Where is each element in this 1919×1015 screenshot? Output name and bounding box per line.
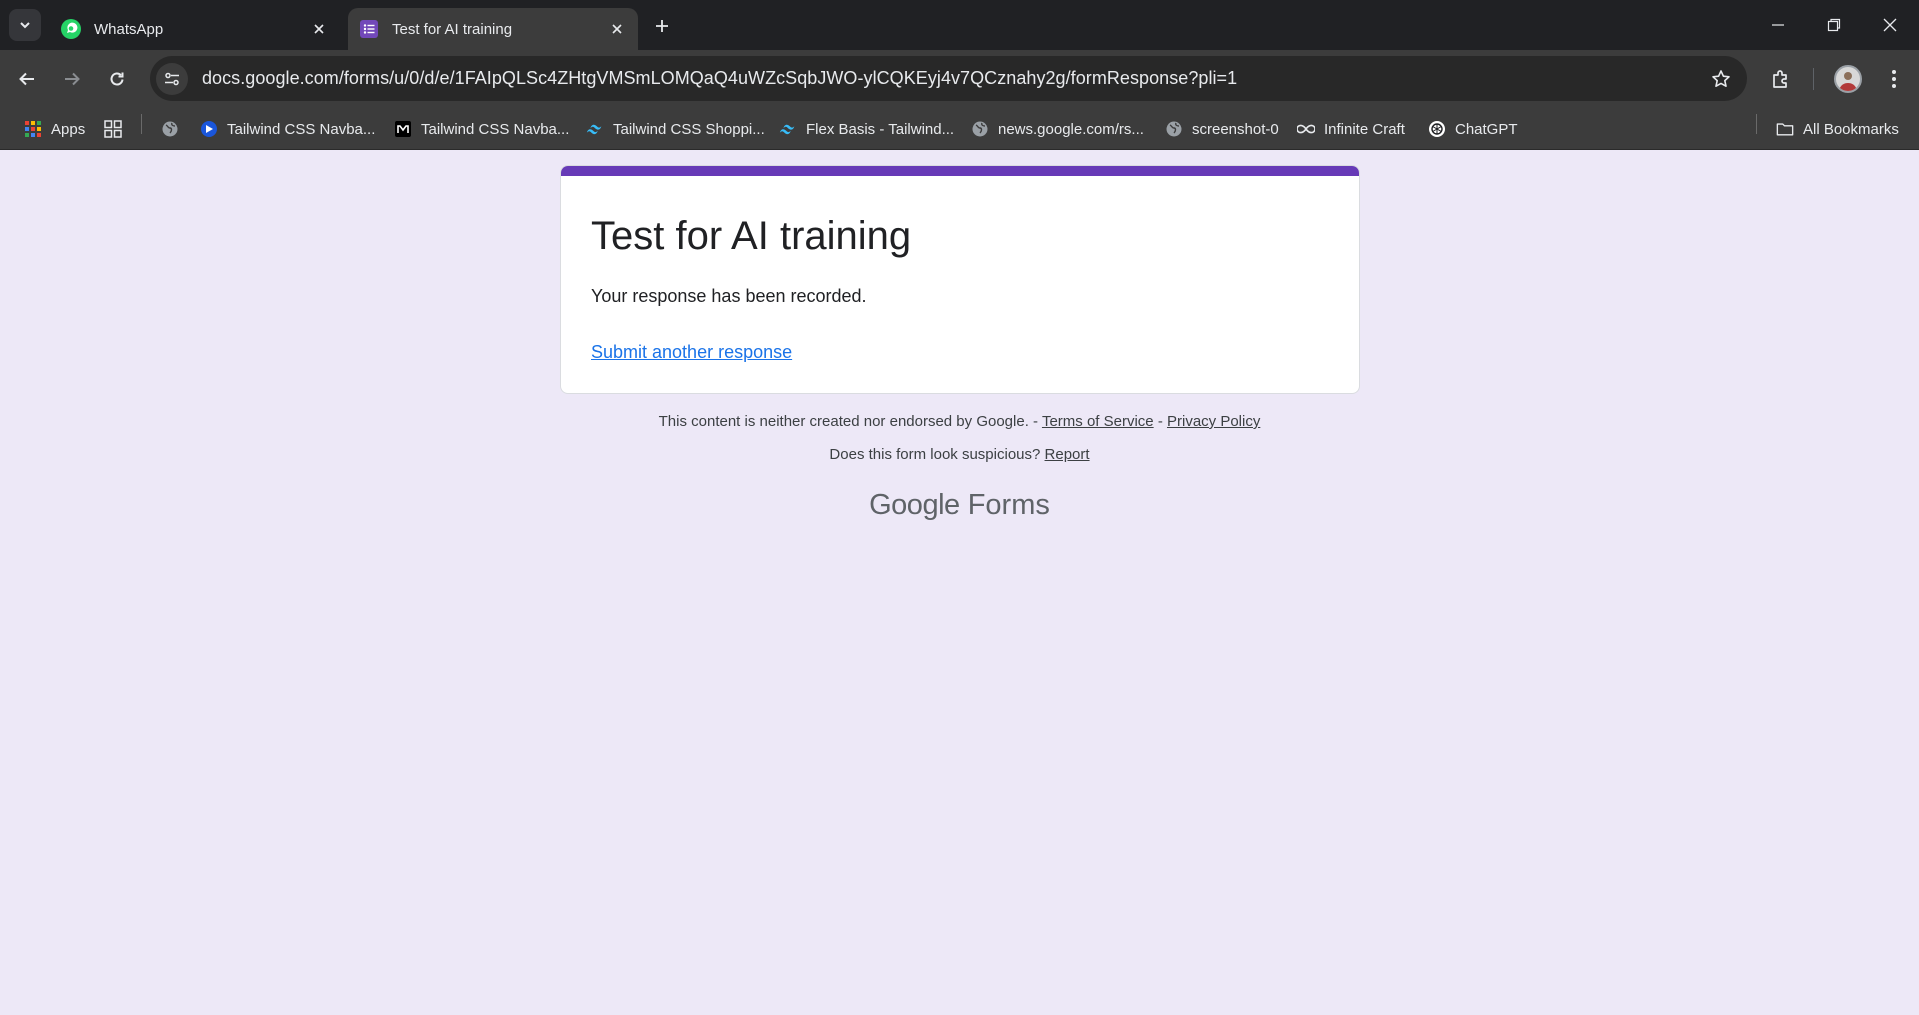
all-bookmarks-button[interactable]: All Bookmarks (1776, 116, 1899, 142)
bookmarks-divider (1756, 114, 1757, 134)
bookmark-item-4[interactable]: Flex Basis - Tailwind... (779, 116, 954, 142)
form-confirmation-card: Test for AI training Your response has b… (560, 165, 1360, 394)
new-tab-button[interactable] (648, 12, 676, 40)
toolbar-divider (1813, 68, 1814, 90)
globe-icon (1165, 120, 1183, 138)
globe-icon (971, 120, 989, 138)
google-forms-icon (358, 18, 380, 40)
bookmark-label: Tailwind CSS Navba... (421, 120, 570, 138)
bookmarks-items: Tailwind CSS Navba... Tailwind CSS Navba… (0, 108, 1919, 150)
whatsapp-icon (60, 18, 82, 40)
chatgpt-icon (1428, 120, 1446, 138)
reload-icon (110, 72, 124, 86)
tab-search-button[interactable] (9, 9, 41, 41)
globe-icon (161, 120, 179, 138)
bookmark-item-1[interactable]: Tailwind CSS Navba... (200, 116, 375, 142)
address-bar[interactable]: docs.google.com/forms/u/0/d/e/1FAIpQLSc4… (150, 56, 1747, 101)
bookmark-item-8[interactable]: ChatGPT (1428, 116, 1518, 142)
chevron-down-icon (20, 22, 30, 29)
bookmark-item-7[interactable]: Infinite Craft (1297, 116, 1405, 142)
report-link[interactable]: Report (1045, 446, 1090, 463)
menu-more-icon[interactable] (1876, 61, 1912, 97)
brand-forms: Forms (967, 489, 1050, 521)
arrow-left-icon (19, 72, 34, 86)
close-tab-icon[interactable] (604, 16, 630, 42)
bookmark-label: Infinite Craft (1324, 120, 1405, 138)
forward-button[interactable] (54, 61, 90, 97)
footer-report: Does this form look suspicious? Report (0, 446, 1919, 463)
footer-dash: - (1157, 413, 1163, 430)
plus-icon (656, 20, 668, 32)
bookmark-label: ChatGPT (1455, 120, 1518, 138)
bookmark-globe[interactable] (161, 116, 188, 142)
close-window-button[interactable] (1862, 0, 1918, 50)
bookmark-label: screenshot-0 (1192, 120, 1279, 138)
url-text[interactable]: docs.google.com/forms/u/0/d/e/1FAIpQLSc4… (202, 68, 1703, 89)
page-content: Test for AI training Your response has b… (0, 151, 1919, 1015)
submit-another-response-link[interactable]: Submit another response (591, 342, 792, 363)
profile-avatar[interactable] (1834, 65, 1862, 93)
bookmark-label: Flex Basis - Tailwind... (806, 120, 955, 138)
bookmark-item-2[interactable]: Tailwind CSS Navba... (394, 116, 569, 142)
privacy-policy-link[interactable]: Privacy Policy (1167, 413, 1260, 430)
bookmark-label: Tailwind CSS Navba... (227, 120, 376, 138)
bookmark-item-5[interactable]: news.google.com/rs... (971, 116, 1144, 142)
close-icon (1883, 18, 1897, 32)
suspicious-text: Does this form look suspicious? (829, 446, 1041, 463)
m-logo-icon (394, 120, 412, 138)
bookmark-star-icon[interactable] (1703, 61, 1739, 97)
google-forms-logo[interactable]: Google Forms (0, 489, 1919, 522)
folder-icon (1776, 120, 1794, 138)
tailwind-icon (779, 120, 797, 138)
form-accent-bar (561, 166, 1359, 176)
restore-icon (1827, 18, 1841, 32)
brand-google: Google (869, 489, 960, 521)
confirmation-message: Your response has been recorded. (591, 286, 867, 306)
minimize-button[interactable] (1750, 0, 1806, 50)
disclaimer-text: This content is neither created nor endo… (658, 413, 1039, 430)
reload-button[interactable] (99, 61, 135, 97)
bookmark-label: Tailwind CSS Shoppi... (613, 120, 765, 138)
form-title: Test for AI training (591, 214, 912, 258)
bookmark-item-3[interactable]: Tailwind CSS Shoppi... (586, 116, 765, 142)
tab-whatsapp[interactable]: WhatsApp (50, 8, 340, 50)
tailwind-icon (586, 120, 604, 138)
restore-button[interactable] (1806, 0, 1862, 50)
footer-disclaimer: This content is neither created nor endo… (0, 413, 1919, 430)
bookmark-label: All Bookmarks (1803, 120, 1899, 138)
tab-test-for-ai-training[interactable]: Test for AI training (348, 8, 638, 50)
infinity-icon (1297, 120, 1315, 138)
close-tab-icon[interactable] (306, 16, 332, 42)
terms-of-service-link[interactable]: Terms of Service (1042, 413, 1154, 430)
tab-strip: WhatsApp Test for AI training (0, 0, 1919, 50)
arrow-right-icon (65, 72, 80, 86)
tab-title: Test for AI training (392, 20, 513, 38)
browser-toolbar: docs.google.com/forms/u/0/d/e/1FAIpQLSc4… (0, 50, 1919, 108)
minimize-icon (1772, 24, 1784, 26)
back-button[interactable] (9, 61, 45, 97)
extensions-icon[interactable] (1763, 61, 1799, 97)
bookmark-item-6[interactable]: screenshot-0 (1165, 116, 1279, 142)
tab-title: WhatsApp (94, 20, 164, 38)
blue-circle-icon (200, 120, 218, 138)
bookmark-label: news.google.com/rs... (998, 120, 1144, 138)
site-info-icon[interactable] (156, 62, 188, 95)
